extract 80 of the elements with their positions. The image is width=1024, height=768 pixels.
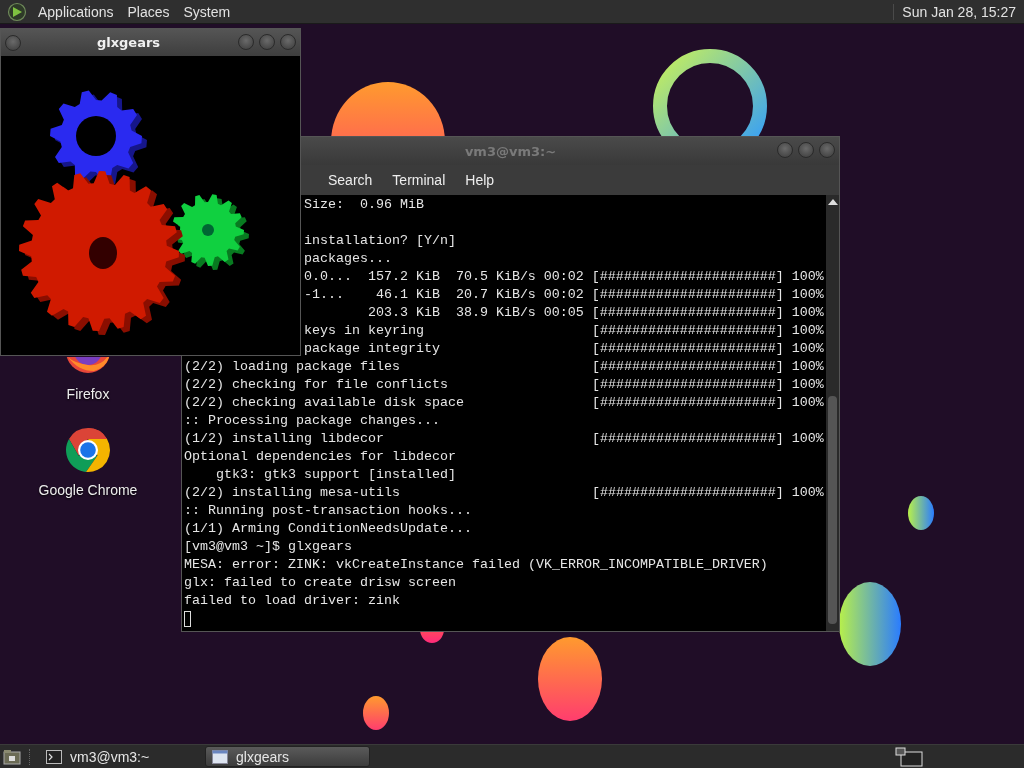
terminal-text: failed to load driver: zink — [184, 593, 400, 608]
terminal-text: (2/2) checking for file conflicts — [184, 377, 448, 392]
terminal-text: (1/1) Arming ConditionNeedsUpdate... — [184, 521, 472, 536]
terminal-icon — [46, 749, 62, 764]
terminal-text: 100% — [791, 322, 824, 340]
progress-text: [######################] — [591, 376, 784, 394]
title-bar-button[interactable] — [798, 142, 814, 158]
title-bar-button[interactable] — [819, 142, 835, 158]
terminal-text: -1... — [303, 287, 344, 302]
terminal-text: 100% — [791, 268, 824, 286]
progress-text: [######################] — [591, 484, 784, 502]
terminal-text: 20.7 KiB/s — [455, 286, 536, 304]
taskbar-button[interactable]: vm3@vm3:~ — [40, 746, 205, 767]
terminal-text: package integrity — [303, 341, 440, 356]
taskbar-button[interactable]: glxgears — [205, 746, 370, 767]
terminal-text: glx: failed to create drisw screen — [184, 575, 456, 590]
terminal-text: 100% — [791, 394, 824, 412]
terminal-text: 100% — [791, 286, 824, 304]
clock[interactable]: Sun Jan 28, 15:27 — [893, 3, 1016, 20]
terminal-text: 100% — [791, 430, 824, 448]
text-cursor — [184, 611, 191, 627]
progress-text: [######################] — [591, 358, 784, 376]
progress-text: [######################] — [591, 430, 784, 448]
terminal-text: 70.5 KiB/s — [455, 268, 536, 286]
workspace-switcher-icon[interactable] — [895, 746, 923, 767]
title-bar-button[interactable] — [238, 34, 254, 50]
logo-icon[interactable] — [7, 1, 27, 22]
terminal-text: 38.9 KiB/s — [455, 304, 536, 322]
terminal-text: 0.0... — [303, 269, 352, 284]
terminal-text: (2/2) loading package files — [184, 359, 400, 374]
terminal-text: (2/2) installing mesa-utils — [184, 485, 400, 500]
menu-item[interactable]: Terminal — [384, 172, 454, 188]
progress-text: [######################] — [591, 322, 784, 340]
terminal-text: :: Processing package changes... — [184, 413, 440, 428]
menu-item[interactable]: Help — [457, 172, 503, 188]
terminal-text: MESA: error: ZINK: vkCreateInstance failed (VK_ERROR_INCOMPATIBLE_DRIVER) — [184, 557, 768, 572]
terminal-text: 00:02 — [543, 286, 584, 304]
terminal-text: 100% — [791, 484, 824, 502]
title-bar-button[interactable] — [259, 34, 275, 50]
terminal-text: 46.1 KiB — [375, 286, 440, 304]
terminal-text: :: Running post-transaction hooks... — [184, 503, 472, 518]
scroll-up-icon[interactable] — [827, 199, 838, 205]
panel-menu[interactable]: System — [178, 3, 236, 20]
terminal-text: Optional dependencies for libdecor — [184, 449, 456, 464]
terminal-text: 100% — [791, 358, 824, 376]
progress-text: [######################] — [591, 286, 784, 304]
window-title: glxgears — [95, 35, 162, 50]
terminal-text: (1/2) installing libdecor — [184, 431, 384, 446]
terminal-text: 100% — [791, 376, 824, 394]
progress-text: [######################] — [591, 340, 784, 358]
title-bar-button[interactable] — [777, 142, 793, 158]
terminal-text: 00:05 — [543, 304, 584, 322]
window-title: vm3@vm3:~ — [464, 143, 557, 159]
panel-menu[interactable]: Places — [122, 3, 175, 20]
terminal-text: packages... — [303, 251, 392, 266]
progress-text: [######################] — [591, 268, 784, 286]
terminal-text: keys in keyring — [303, 323, 424, 338]
scrollbar[interactable] — [826, 195, 839, 631]
terminal-text: 203.3 KiB — [367, 304, 440, 322]
scrollbar-thumb[interactable] — [828, 396, 837, 624]
desktop-icon-label[interactable]: Firefox — [66, 386, 110, 402]
terminal-text: Size: 0.96 MiB — [303, 197, 424, 212]
terminal-text: 157.2 KiB — [367, 268, 440, 286]
panel-menu[interactable]: Applications — [33, 3, 119, 20]
window-icon — [212, 749, 228, 764]
browser-icon[interactable] — [64, 426, 112, 474]
progress-text: [######################] — [591, 304, 784, 322]
menu-item[interactable]: Search — [320, 172, 381, 188]
terminal-text: gtk3: gtk3 support [installed] — [216, 467, 456, 482]
progress-text: [######################] — [591, 394, 784, 412]
title-bar-button[interactable] — [280, 34, 296, 50]
terminal-text: 00:02 — [543, 268, 584, 286]
title-bar-button[interactable] — [5, 34, 21, 51]
show-desktop-icon[interactable] — [3, 748, 21, 765]
terminal-text: (2/2) checking available disk space — [184, 395, 464, 410]
terminal-text: [vm3@vm3 ~]$ glxgears — [184, 539, 352, 554]
desktop-icon-label[interactable]: Google Chrome — [38, 482, 138, 498]
terminal-text: 100% — [791, 340, 824, 358]
terminal-text: installation? [Y/n] — [303, 233, 456, 248]
terminal-text: 100% — [791, 304, 824, 322]
